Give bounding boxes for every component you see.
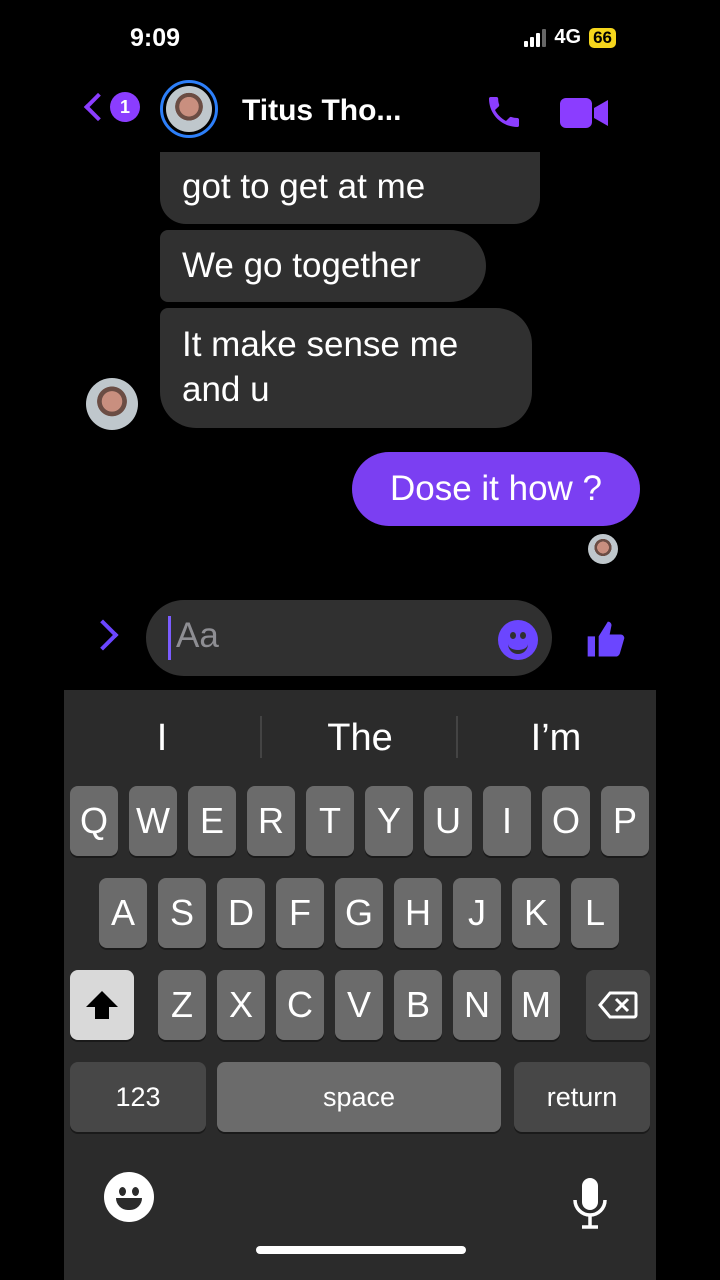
read-receipt-avatar (588, 534, 618, 564)
key[interactable]: M (512, 970, 560, 1040)
delete-key[interactable] (586, 970, 650, 1040)
outgoing-message[interactable]: Dose it how ? (352, 452, 640, 526)
key[interactable]: K (512, 878, 560, 948)
numbers-key[interactable]: 123 (70, 1062, 206, 1132)
chevron-left-icon (83, 92, 113, 122)
space-key[interactable]: space (217, 1062, 501, 1132)
key[interactable]: I (483, 786, 531, 856)
thumbs-up-icon[interactable] (584, 618, 628, 662)
key[interactable]: J (453, 878, 501, 948)
battery-icon: 66 (589, 27, 616, 48)
text-cursor (168, 616, 171, 660)
key[interactable]: V (335, 970, 383, 1040)
key[interactable]: X (217, 970, 265, 1040)
back-button[interactable]: 1 (80, 92, 140, 122)
key[interactable]: H (394, 878, 442, 948)
home-indicator[interactable] (256, 1246, 466, 1254)
messenger-screen: 9:09 4G 66 1 Titus Tho... got to get at … (64, 0, 656, 1280)
message-input[interactable]: Aa (146, 600, 552, 676)
key[interactable]: A (99, 878, 147, 948)
network-label: 4G (554, 26, 582, 48)
key[interactable]: W (129, 786, 177, 856)
key[interactable]: D (217, 878, 265, 948)
key[interactable]: Y (365, 786, 413, 856)
suggestion[interactable]: The (262, 690, 458, 786)
key[interactable]: Q (70, 786, 118, 856)
contact-name[interactable]: Titus Tho... (242, 94, 401, 128)
key[interactable]: N (453, 970, 501, 1040)
shift-key[interactable] (70, 970, 134, 1040)
key[interactable]: F (276, 878, 324, 948)
return-key[interactable]: return (514, 1062, 650, 1132)
key[interactable]: T (306, 786, 354, 856)
microphone-icon[interactable] (570, 1176, 610, 1230)
backspace-icon (598, 991, 638, 1019)
chevron-right-icon[interactable] (87, 619, 119, 651)
emoji-icon[interactable] (498, 620, 538, 660)
emoji-keyboard-icon[interactable] (104, 1172, 154, 1222)
video-call-icon[interactable] (558, 96, 610, 130)
incoming-message[interactable]: It make sense me and u (160, 308, 532, 428)
status-icons: 4G 66 (524, 26, 616, 49)
suggestion[interactable]: I (64, 690, 260, 786)
key[interactable]: O (542, 786, 590, 856)
sender-avatar[interactable] (86, 378, 138, 430)
contact-avatar[interactable] (160, 80, 218, 138)
keyboard: I The I’m Q W E R T Y U I O P A S D F G … (64, 690, 656, 1280)
suggestion[interactable]: I’m (458, 690, 654, 786)
key[interactable]: P (601, 786, 649, 856)
phone-icon[interactable] (484, 92, 524, 132)
key[interactable]: S (158, 878, 206, 948)
key[interactable]: U (424, 786, 472, 856)
chat-header: 1 Titus Tho... (64, 78, 656, 148)
key[interactable]: R (247, 786, 295, 856)
signal-icon (524, 28, 547, 47)
key[interactable]: G (335, 878, 383, 948)
incoming-message[interactable]: We go together (160, 230, 486, 302)
key[interactable]: C (276, 970, 324, 1040)
key[interactable]: E (188, 786, 236, 856)
status-time: 9:09 (130, 24, 181, 52)
key[interactable]: B (394, 970, 442, 1040)
shift-arrow-icon (86, 991, 118, 1019)
incoming-message[interactable]: got to get at me (160, 152, 540, 224)
input-placeholder: Aa (176, 616, 219, 655)
key[interactable]: Z (158, 970, 206, 1040)
unread-badge: 1 (110, 92, 140, 122)
key[interactable]: L (571, 878, 619, 948)
